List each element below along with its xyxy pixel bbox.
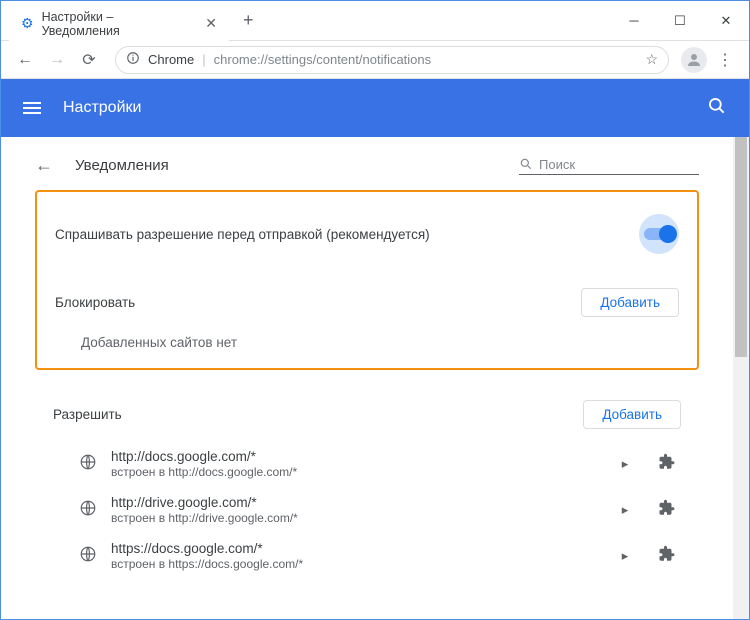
block-add-button[interactable]: Добавить: [581, 288, 679, 317]
address-bar[interactable]: Chrome | chrome://settings/content/notif…: [115, 46, 669, 74]
minimize-button[interactable]: ─: [611, 5, 657, 37]
bookmark-star-icon[interactable]: ☆: [645, 51, 658, 68]
highlighted-section: Спрашивать разрешение перед отправкой (р…: [35, 190, 699, 370]
site-info: https://docs.google.com/* встроен в http…: [111, 541, 597, 571]
site-sub: встроен в http://drive.google.com/*: [111, 511, 597, 525]
close-window-button[interactable]: ✕: [703, 5, 749, 37]
window-titlebar: ⚙ Настройки – Уведомления ✕ + ─ ☐ ✕: [1, 1, 749, 41]
site-info-icon: [126, 51, 140, 68]
allow-add-button[interactable]: Добавить: [583, 400, 681, 429]
ask-toggle[interactable]: [639, 214, 679, 254]
allow-title: Разрешить: [53, 407, 122, 422]
gear-icon: ⚙: [21, 15, 34, 32]
extension-icon[interactable]: [653, 545, 681, 568]
browser-toolbar: ← → ⟳ Chrome | chrome://settings/content…: [1, 41, 749, 79]
site-url: http://drive.google.com/*: [111, 495, 597, 510]
scrollbar-thumb[interactable]: [735, 137, 747, 357]
chrome-menu-button[interactable]: ⋮: [711, 50, 739, 70]
ask-before-sending-row[interactable]: Спрашивать разрешение перед отправкой (р…: [37, 206, 697, 262]
site-sub: встроен в http://docs.google.com/*: [111, 465, 597, 479]
block-section-header: Блокировать Добавить: [37, 276, 697, 329]
site-info: http://docs.google.com/* встроен в http:…: [111, 449, 597, 479]
url-prefix: Chrome: [148, 52, 194, 67]
site-url: http://docs.google.com/*: [111, 449, 597, 464]
site-url: https://docs.google.com/*: [111, 541, 597, 556]
extension-icon[interactable]: [653, 453, 681, 476]
back-button[interactable]: ←: [11, 46, 39, 74]
menu-hamburger-icon[interactable]: [23, 102, 41, 114]
back-arrow-icon[interactable]: ←: [35, 155, 53, 176]
chevron-right-icon[interactable]: ▸: [611, 548, 639, 564]
settings-title: Настройки: [63, 99, 141, 117]
allow-section-header: Разрешить Добавить: [35, 388, 699, 441]
window-controls: ─ ☐ ✕: [611, 5, 749, 37]
header-search-button[interactable]: [707, 96, 727, 121]
allow-site-row[interactable]: https://docs.google.com/* встроен в http…: [35, 533, 699, 579]
allow-site-row[interactable]: http://docs.google.com/* встроен в http:…: [35, 441, 699, 487]
url-path: chrome://settings/content/notifications: [214, 52, 432, 67]
vertical-scrollbar[interactable]: [733, 137, 749, 619]
globe-icon: [79, 453, 97, 476]
allow-site-row[interactable]: http://drive.google.com/* встроен в http…: [35, 487, 699, 533]
globe-icon: [79, 499, 97, 522]
forward-button[interactable]: →: [43, 46, 71, 74]
site-info: http://drive.google.com/* встроен в http…: [111, 495, 597, 525]
tab-title: Настройки – Уведомления: [42, 10, 174, 38]
block-title: Блокировать: [55, 295, 135, 310]
breadcrumb: ← Уведомления Поиск: [35, 155, 699, 176]
extension-icon[interactable]: [653, 499, 681, 522]
search-input[interactable]: Поиск: [519, 157, 699, 175]
search-placeholder: Поиск: [539, 157, 575, 172]
ask-label: Спрашивать разрешение перед отправкой (р…: [55, 227, 430, 242]
new-tab-button[interactable]: +: [243, 10, 254, 31]
chevron-right-icon[interactable]: ▸: [611, 456, 639, 472]
profile-avatar[interactable]: [681, 47, 707, 73]
close-tab-icon[interactable]: ✕: [205, 15, 217, 32]
maximize-button[interactable]: ☐: [657, 5, 703, 37]
browser-tab[interactable]: ⚙ Настройки – Уведомления ✕: [9, 7, 229, 41]
reload-button[interactable]: ⟳: [75, 46, 103, 74]
settings-content: ← Уведомления Поиск Спрашивать разрешени…: [1, 137, 733, 619]
block-empty-text: Добавленных сайтов нет: [37, 329, 697, 356]
chevron-right-icon[interactable]: ▸: [611, 502, 639, 518]
site-sub: встроен в https://docs.google.com/*: [111, 557, 597, 571]
page-title: Уведомления: [75, 157, 169, 174]
globe-icon: [79, 545, 97, 568]
settings-header: Настройки: [1, 79, 749, 137]
